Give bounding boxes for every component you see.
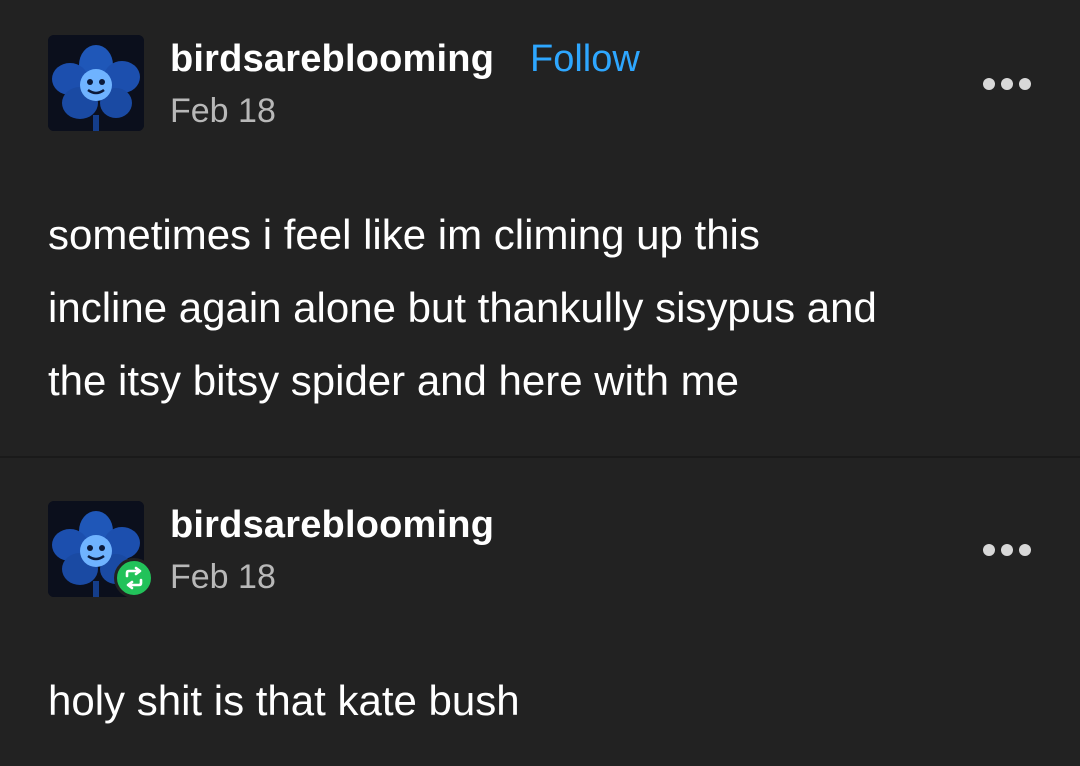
post-date[interactable]: Feb 18 [170,558,276,597]
post-date[interactable]: Feb 18 [170,92,276,131]
avatar[interactable] [48,35,144,131]
follow-button[interactable]: Follow [530,38,640,81]
post-original: birdsareblooming Follow Feb 18 sometimes… [0,0,1080,456]
username[interactable]: birdsareblooming [170,38,494,81]
blue-flower-avatar-icon [48,35,144,131]
post-body-text: holy shit is that kate bush [48,677,520,724]
more-options-icon[interactable] [982,77,1032,91]
reblog-icon [114,558,154,598]
username[interactable]: birdsareblooming [170,504,494,547]
post-body-text: sometimes i feel like im climing up this… [48,211,877,404]
post-reblog: birdsareblooming Feb 18 holy shit is tha… [0,458,1080,766]
more-options-icon[interactable] [982,543,1032,557]
